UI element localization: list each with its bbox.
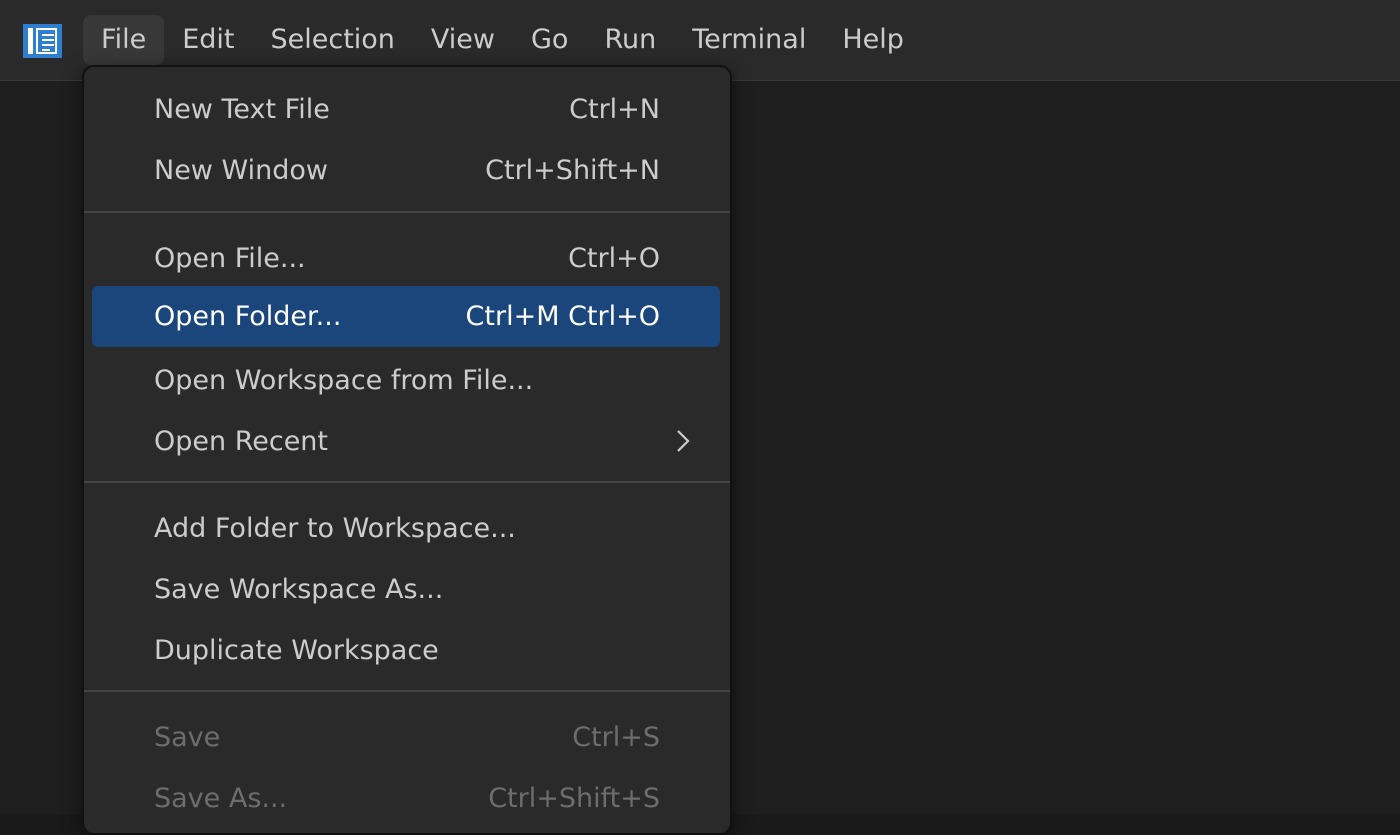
menu-edit[interactable]: Edit — [164, 15, 252, 65]
menu-separator — [84, 481, 730, 483]
menu-separator — [84, 211, 730, 213]
menu-item-label: Open Workspace from File... — [154, 365, 534, 396]
menu-view[interactable]: View — [413, 15, 513, 65]
menu-item-label: Duplicate Workspace — [154, 635, 439, 666]
menu-item-save[interactable]: Save Ctrl+S — [92, 707, 720, 768]
menu-terminal[interactable]: Terminal — [674, 15, 824, 65]
menu-item-label: New Window — [154, 155, 328, 186]
chevron-right-icon — [677, 430, 690, 452]
menu-item-label: Open Recent — [154, 426, 329, 457]
menu-run[interactable]: Run — [586, 15, 674, 65]
menu-item-label: Save Workspace As... — [154, 574, 444, 605]
menu-item-save-workspace-as[interactable]: Save Workspace As... — [92, 559, 720, 620]
menu-item-shortcut: Ctrl+N — [569, 94, 660, 125]
menu-item-label: Add Folder to Workspace... — [154, 513, 516, 544]
menu-help[interactable]: Help — [824, 15, 922, 65]
menu-item-open-folder[interactable]: Open Folder... Ctrl+M Ctrl+O — [92, 286, 720, 347]
menu-item-label: Save — [154, 722, 221, 753]
menu-selection[interactable]: Selection — [252, 15, 412, 65]
menu-item-shortcut: Ctrl+O — [568, 243, 660, 274]
menu-item-shortcut: Ctrl+S — [572, 722, 660, 753]
menu-separator — [84, 690, 730, 692]
menu-item-label: Open File... — [154, 243, 306, 274]
menu-item-open-recent[interactable]: Open Recent — [92, 411, 720, 472]
menu-item-new-window[interactable]: New Window Ctrl+Shift+N — [92, 140, 720, 201]
menu-item-open-workspace-from-file[interactable]: Open Workspace from File... — [92, 350, 720, 411]
menu-item-save-as[interactable]: Save As... Ctrl+Shift+S — [92, 768, 720, 829]
menu-item-new-text-file[interactable]: New Text File Ctrl+N — [92, 79, 720, 140]
menu-file[interactable]: File — [83, 15, 165, 65]
menu-bar: File Edit Selection View Go Run Terminal… — [83, 15, 922, 65]
menu-item-label: New Text File — [154, 94, 330, 125]
menu-item-duplicate-workspace[interactable]: Duplicate Workspace — [92, 620, 720, 681]
menu-item-open-file[interactable]: Open File... Ctrl+O — [92, 228, 720, 289]
menu-item-label: Save As... — [154, 783, 288, 814]
menu-item-shortcut: Ctrl+Shift+S — [488, 783, 660, 814]
menu-go[interactable]: Go — [513, 15, 586, 65]
app-logo-icon[interactable] — [23, 24, 62, 58]
menu-item-shortcut: Ctrl+Shift+N — [485, 155, 660, 186]
menu-item-shortcut: Ctrl+M Ctrl+O — [465, 301, 660, 332]
menu-item-add-folder-to-workspace[interactable]: Add Folder to Workspace... — [92, 498, 720, 559]
menu-item-label: Open Folder... — [154, 301, 342, 332]
file-menu-dropdown: New Text File Ctrl+N New Window Ctrl+Shi… — [82, 65, 732, 835]
